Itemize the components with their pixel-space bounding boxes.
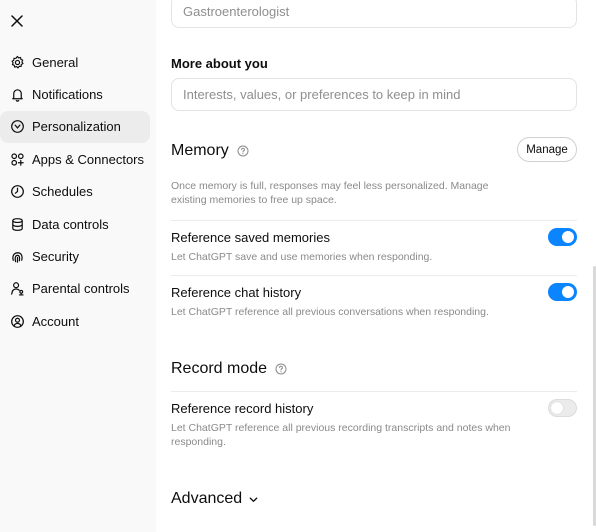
advanced-label: Advanced <box>171 490 243 507</box>
divider <box>171 391 577 392</box>
sidebar-item-apps-connectors[interactable]: Apps & Connectors <box>0 143 150 175</box>
settings-nav: General Notifications Personalization Ap… <box>0 46 156 338</box>
account-icon <box>9 313 25 329</box>
advanced-toggle[interactable]: Advanced <box>171 490 259 508</box>
bell-icon <box>9 87 25 103</box>
close-icon <box>11 15 23 27</box>
settings-sidebar: General Notifications Personalization Ap… <box>0 0 156 532</box>
record-history-description: Let ChatGPT reference all previous recor… <box>171 422 511 448</box>
sidebar-item-parental-controls[interactable]: Parental controls <box>0 273 150 305</box>
toggle-knob <box>562 286 574 298</box>
close-button[interactable] <box>9 13 25 29</box>
more-about-placeholder: Interests, values, or preferences to kee… <box>183 87 461 102</box>
chevron-down-icon <box>249 496 258 502</box>
toggle-knob <box>562 231 574 243</box>
saved-memories-toggle[interactable] <box>548 228 577 246</box>
help-icon[interactable] <box>237 145 249 157</box>
fingerprint-icon <box>9 249 25 265</box>
manage-memory-button[interactable]: Manage <box>517 137 577 162</box>
more-about-label: More about you <box>171 56 268 71</box>
gear-icon <box>9 54 25 70</box>
sidebar-item-label: Account <box>32 313 79 329</box>
sidebar-item-data-controls[interactable]: Data controls <box>0 208 150 240</box>
sidebar-item-schedules[interactable]: Schedules <box>0 176 150 208</box>
divider <box>171 275 577 276</box>
personalization-icon <box>9 119 25 135</box>
manage-label: Manage <box>526 143 568 156</box>
occupation-input[interactable]: Gastroenterologist <box>171 0 577 28</box>
clock-icon <box>9 184 25 200</box>
sidebar-item-label: Parental controls <box>32 281 130 297</box>
memory-title: Memory <box>171 142 229 159</box>
occupation-value: Gastroenterologist <box>183 4 290 19</box>
sidebar-item-label: Apps & Connectors <box>32 151 145 167</box>
saved-memories-title: Reference saved memories <box>171 230 330 245</box>
chat-history-description: Let ChatGPT reference all previous conve… <box>171 306 489 318</box>
chat-history-title: Reference chat history <box>171 285 302 300</box>
toggle-knob <box>551 402 563 414</box>
record-mode-title: Record mode <box>171 360 268 377</box>
more-about-input[interactable]: Interests, values, or preferences to kee… <box>171 78 577 111</box>
sidebar-item-account[interactable]: Account <box>0 305 150 337</box>
settings-content: Gastroenterologist More about you Intere… <box>156 0 596 532</box>
sidebar-item-label: Security <box>32 249 79 265</box>
database-icon <box>9 216 25 232</box>
sidebar-item-personalization[interactable]: Personalization <box>0 110 150 144</box>
help-icon[interactable] <box>275 363 287 375</box>
sidebar-item-label: Personalization <box>32 119 121 135</box>
sidebar-item-general[interactable]: General <box>0 46 150 78</box>
parental-icon <box>9 281 25 297</box>
memory-section-title: Memory <box>171 142 249 160</box>
divider <box>171 220 577 221</box>
chat-history-toggle[interactable] <box>548 283 577 301</box>
memory-description: Once memory is full, responses may feel … <box>171 180 489 206</box>
saved-memories-description: Let ChatGPT save and use memories when r… <box>171 251 433 263</box>
record-history-title: Reference record history <box>171 401 314 416</box>
sidebar-item-security[interactable]: Security <box>0 240 150 272</box>
sidebar-item-label: General <box>32 54 79 70</box>
record-mode-section-title: Record mode <box>171 360 287 378</box>
record-history-toggle[interactable] <box>548 399 577 417</box>
sidebar-item-label: Data controls <box>32 216 109 232</box>
sidebar-item-notifications[interactable]: Notifications <box>0 78 150 110</box>
apps-icon <box>9 151 25 167</box>
sidebar-item-label: Notifications <box>32 87 103 103</box>
sidebar-item-label: Schedules <box>32 184 93 200</box>
